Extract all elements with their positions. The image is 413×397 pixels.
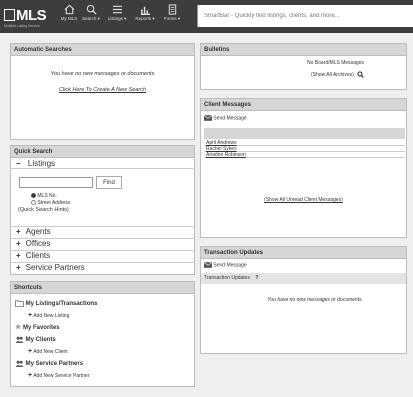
nav-my-mls-label: My MLS [60, 16, 78, 21]
nav-forms[interactable]: Forms ▾ [160, 4, 184, 30]
bulletins-empty: No Board/MLS Messages [307, 60, 364, 66]
collapse-icon: − [16, 159, 21, 168]
quick-search-input[interactable] [19, 177, 93, 188]
envelope-icon [203, 114, 213, 121]
transaction-send-message-label: Send Message [213, 262, 247, 269]
nav-forms-label: Forms ▾ [163, 16, 181, 21]
transaction-updates-header: Transaction Updates [201, 247, 406, 259]
clients-section-label: Clients [25, 251, 51, 260]
smartbar [197, 5, 413, 27]
bulletins-header: Bulletins [201, 44, 406, 56]
help-icon[interactable]: ? [255, 275, 258, 281]
shortcut-my-clients-label: My Clients [25, 337, 56, 344]
search-icon [357, 71, 365, 78]
expand-icon: + [16, 227, 21, 236]
show-archives-link[interactable]: (Show All Archives) [311, 71, 365, 78]
radio-street-address[interactable]: Street Address [31, 200, 70, 206]
add-new-service-partner-link[interactable]: + Add New Service Partner [28, 372, 89, 379]
nav-listings-label: Listings ▾ [107, 16, 127, 21]
nav-reports-label: Reports ▾ [135, 16, 155, 21]
logo-subtitle: Multiple Listing Service [4, 24, 40, 28]
transaction-send-message-button[interactable]: Send Message [203, 261, 247, 269]
offices-section-label: Offices [25, 239, 51, 248]
agents-section-label: Agents [25, 227, 51, 236]
find-button[interactable]: Find [96, 176, 122, 189]
transaction-updates-panel: Transaction Updates Send Message Transac… [200, 246, 407, 354]
add-new-listing-link[interactable]: + Add New Listing [28, 312, 69, 319]
shortcut-my-service-partners[interactable]: My Service Partners [15, 360, 83, 367]
listings-section-toggle[interactable]: − Listings [11, 158, 194, 169]
nav-search-label: Search ▾ [82, 16, 100, 21]
add-new-client-link[interactable]: + Add New Client [28, 348, 68, 355]
automatic-searches-panel: Automatic Searches You have no new messa… [10, 43, 195, 140]
client-messages-panel: Client Messages Send Message April Andre… [200, 98, 407, 238]
create-new-search-link[interactable]: Click Here To Create A New Search [59, 87, 146, 93]
service-partners-section-toggle[interactable]: + Service Partners [11, 262, 194, 273]
plus-icon: + [28, 348, 33, 355]
folder-icon [15, 300, 24, 307]
users-icon [15, 360, 24, 367]
nav-reports[interactable]: Reports ▾ [132, 4, 158, 30]
client-send-message-label: Send Message [213, 115, 247, 122]
transaction-updates-empty: You have no new messages or documents [267, 297, 362, 303]
radio-mls-no-label: MLS No. [37, 193, 57, 199]
automatic-searches-empty: You have no new messages or documents [50, 71, 155, 77]
expand-icon: + [16, 239, 21, 248]
shortcut-my-favorites[interactable]: ★ My Favorites [15, 323, 60, 331]
client-send-message-button[interactable]: Send Message [203, 114, 247, 122]
transaction-updates-subheader-label: Transaction Updates [204, 275, 250, 281]
expand-icon: + [16, 251, 21, 260]
nav-my-mls[interactable]: My MLS [56, 4, 82, 30]
nav-search[interactable]: Search ▾ [80, 4, 102, 30]
shortcut-my-favorites-label: My Favorites [22, 325, 60, 331]
radio-mls-no[interactable]: MLS No. [31, 193, 57, 199]
quick-search-panel: Quick Search − Listings Find MLS No. Str… [10, 145, 195, 275]
bulletins-panel: Bulletins No Board/MLS Messages (Show Al… [200, 43, 407, 90]
shortcut-my-listings[interactable]: My Listings/Transactions [15, 300, 97, 307]
star-icon: ★ [15, 324, 22, 331]
add-new-service-partner-label: Add New Service Partner [33, 373, 90, 379]
home-icon [64, 4, 74, 15]
plus-icon: + [28, 312, 33, 319]
shortcuts-panel: Shortcuts My Listings/Transactions + Add… [10, 281, 195, 387]
add-new-listing-label: Add New Listing [33, 313, 70, 319]
radio-unselected-icon [31, 200, 36, 206]
users-icon [15, 336, 24, 343]
client-messages-header: Client Messages [201, 99, 406, 111]
expand-icon: + [16, 263, 21, 272]
radio-selected-icon [31, 193, 36, 199]
logo-mark [4, 9, 15, 21]
quick-search-hints-link[interactable]: (Quick Search Hints) [18, 207, 69, 213]
client-link[interactable]: Ariadne Robinson [204, 152, 405, 158]
transaction-updates-subheader: Transaction Updates ? [201, 273, 406, 284]
service-partners-section-label: Service Partners [25, 263, 85, 272]
agents-section-toggle[interactable]: + Agents [11, 226, 194, 237]
shortcut-my-listings-label: My Listings/Transactions [25, 301, 98, 308]
envelope-icon [203, 261, 213, 268]
smartbar-input[interactable] [198, 5, 413, 27]
plus-icon: + [28, 372, 33, 379]
show-unread-client-messages-link[interactable]: (Show All Unread Client Messages) [264, 197, 343, 203]
radio-street-address-label: Street Address [37, 200, 71, 206]
nav-listings[interactable]: Listings ▾ [104, 4, 130, 30]
shortcut-my-clients[interactable]: My Clients [15, 336, 56, 343]
client-list: April Andrews Rachel Sykes Ariadne Robin… [204, 140, 405, 158]
list-icon [112, 5, 122, 14]
offices-section-toggle[interactable]: + Offices [11, 238, 194, 249]
client-list-header [204, 128, 405, 139]
logo-text: MLS [16, 7, 47, 24]
add-new-client-label: Add New Client [33, 349, 68, 355]
shortcuts-header: Shortcuts [11, 282, 194, 294]
listings-section-label: Listings [27, 159, 56, 168]
top-navigation-bar: MLS Multiple Listing Service My MLS Sear… [0, 0, 413, 33]
quick-search-header: Quick Search [11, 146, 194, 158]
search-icon [86, 4, 97, 15]
automatic-searches-header: Automatic Searches [11, 44, 194, 56]
shortcut-my-service-partners-label: My Service Partners [25, 361, 84, 368]
clients-section-toggle[interactable]: + Clients [11, 250, 194, 261]
show-archives-label: (Show All Archives) [311, 71, 354, 78]
mls-logo[interactable]: MLS Multiple Listing Service [4, 5, 50, 30]
bar-chart-icon [140, 6, 150, 15]
document-icon [168, 4, 176, 15]
